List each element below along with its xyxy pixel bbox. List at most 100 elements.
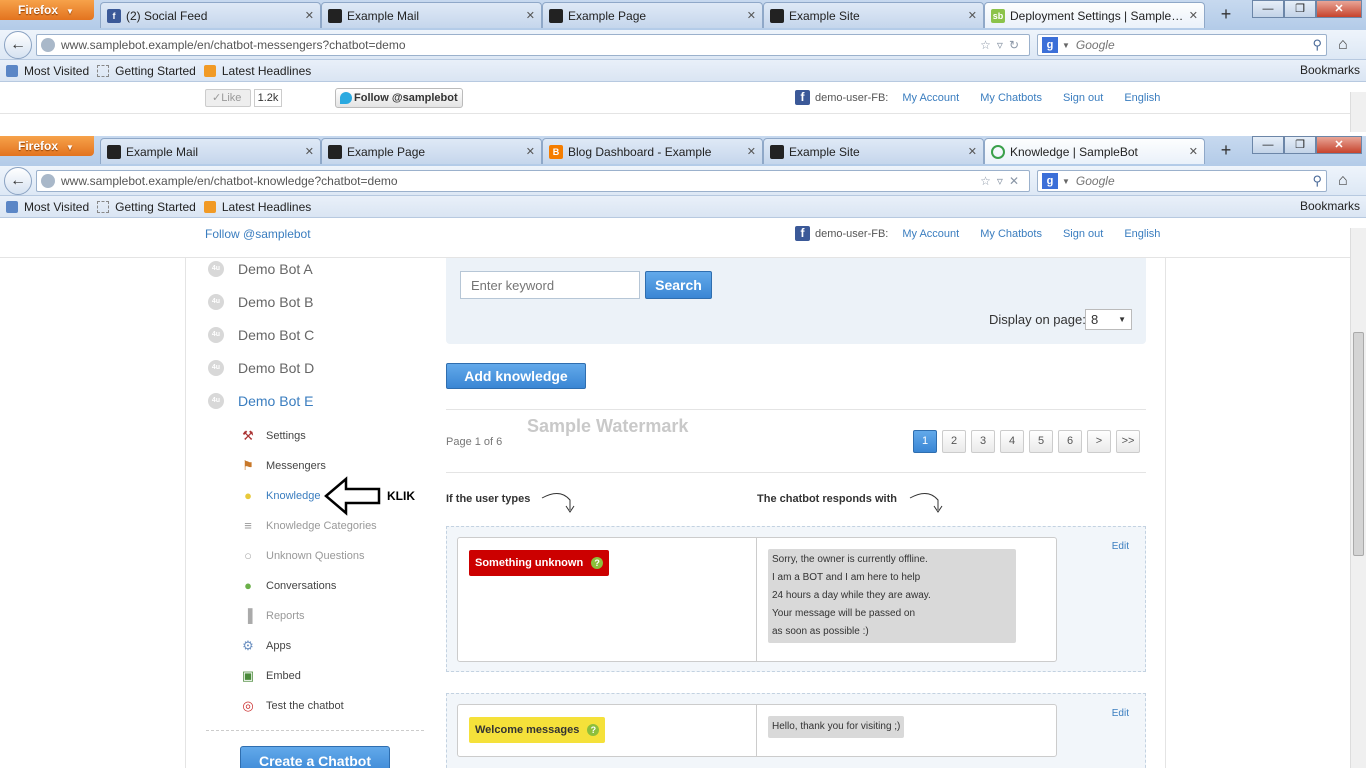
stop-icon[interactable]: ☆▿✕ [980, 174, 1025, 188]
chatbot-list-item[interactable]: 4u Demo Bot B [208, 294, 313, 310]
bookmark-most-visited[interactable]: Most Visited [6, 64, 89, 78]
menu-item-apps[interactable]: ⚙ Apps [240, 638, 291, 654]
browser-tab[interactable]: Knowledge | SampleBot ✕ [984, 138, 1205, 164]
close-tab-icon[interactable]: ✕ [305, 9, 314, 22]
close-tab-icon[interactable]: ✕ [305, 145, 314, 158]
bookmark-getting-started[interactable]: Getting Started [97, 64, 196, 78]
url-bar[interactable]: www.samplebot.example/en/chatbot-messeng… [36, 34, 1030, 56]
browser-tab[interactable]: sb Deployment Settings | SampleBot ✕ [984, 2, 1205, 28]
menu-item-conversations[interactable]: ● Conversations [240, 578, 336, 594]
like-button[interactable]: ✓Like [205, 89, 251, 107]
create-chatbot-button[interactable]: Create a Chatbot [240, 746, 390, 768]
edit-link[interactable]: Edit [1112, 708, 1129, 719]
keyword-input[interactable] [460, 271, 640, 299]
close-tab-icon[interactable]: ✕ [968, 9, 977, 22]
close-tab-icon[interactable]: ✕ [1189, 145, 1198, 158]
bookmarks-menu[interactable]: Bookmarks [1300, 63, 1360, 77]
menu-item-embed[interactable]: ▣ Embed [240, 668, 301, 684]
firefox-menu-button[interactable]: Firefox ▼ [0, 136, 94, 156]
close-tab-icon[interactable]: ✕ [747, 145, 756, 158]
my-account-link[interactable]: My Account [902, 228, 959, 240]
browser-tab[interactable]: Example Mail ✕ [321, 2, 542, 28]
menu-item-test-the-chatbot[interactable]: ◎ Test the chatbot [240, 698, 343, 714]
menu-item-knowledge[interactable]: ● Knowledge [240, 488, 320, 504]
language-link[interactable]: English [1124, 228, 1160, 240]
chevron-down-icon[interactable]: ▼ [1062, 177, 1070, 186]
web-search-input[interactable] [1075, 174, 1313, 188]
my-chatbots-link[interactable]: My Chatbots [980, 228, 1042, 240]
menu-item-reports[interactable]: ▐ Reports [240, 608, 304, 624]
page-button[interactable]: 6 [1058, 430, 1082, 453]
page-button[interactable]: >> [1116, 430, 1140, 453]
help-icon[interactable]: ? [591, 557, 604, 570]
minimize-button[interactable]: — [1252, 136, 1284, 154]
search-icon[interactable]: ⚲ [1312, 37, 1322, 53]
add-knowledge-button[interactable]: Add knowledge [446, 363, 586, 389]
page-button[interactable]: 4 [1000, 430, 1024, 453]
twitter-follow-button[interactable]: Follow @samplebot [335, 88, 463, 108]
bookmarks-menu[interactable]: Bookmarks [1300, 199, 1360, 213]
menu-item-knowledge-categories[interactable]: ≡ Knowledge Categories [240, 518, 376, 534]
browser-tab[interactable]: Example Page ✕ [542, 2, 763, 28]
my-chatbots-link[interactable]: My Chatbots [980, 92, 1042, 104]
close-tab-icon[interactable]: ✕ [747, 9, 756, 22]
web-search-bar[interactable]: g ▼ ⚲ [1037, 34, 1327, 56]
search-icon[interactable]: ⚲ [1312, 173, 1322, 189]
close-tab-icon[interactable]: ✕ [1189, 9, 1198, 22]
page-button[interactable]: > [1087, 430, 1111, 453]
bookmark-star-icon[interactable]: ☆▿↻ [980, 38, 1025, 52]
edit-link[interactable]: Edit [1112, 541, 1129, 552]
home-icon[interactable]: ⌂ [1338, 172, 1348, 190]
scrollbar-thumb[interactable] [1353, 332, 1364, 556]
close-window-button[interactable]: ✕ [1316, 136, 1362, 154]
chatbot-list-item[interactable]: 4u Demo Bot D [208, 360, 314, 376]
browser-tab[interactable]: B Blog Dashboard - Example ✕ [542, 138, 763, 164]
bookmark-most-visited[interactable]: Most Visited [6, 200, 89, 214]
home-icon[interactable]: ⌂ [1338, 36, 1348, 54]
page-button[interactable]: 3 [971, 430, 995, 453]
close-window-button[interactable]: ✕ [1316, 0, 1362, 18]
page-button[interactable]: 2 [942, 430, 966, 453]
chatbot-list-item[interactable]: 4u Demo Bot E [208, 393, 313, 409]
twitter-follow-link[interactable]: Follow @samplebot [205, 227, 311, 241]
browser-tab[interactable]: Example Mail ✕ [100, 138, 321, 164]
web-search-bar[interactable]: g ▼ ⚲ [1037, 170, 1327, 192]
language-link[interactable]: English [1124, 92, 1160, 104]
maximize-button[interactable]: ❐ [1284, 136, 1316, 154]
page-scrollbar[interactable] [1350, 92, 1366, 132]
sign-out-link[interactable]: Sign out [1063, 92, 1103, 104]
chatbot-list-item[interactable]: 4u Demo Bot A [208, 261, 313, 277]
my-account-link[interactable]: My Account [902, 92, 959, 104]
trigger-badge[interactable]: Something unknown? [469, 550, 610, 576]
close-tab-icon[interactable]: ✕ [526, 9, 535, 22]
back-button[interactable]: ← [4, 30, 32, 59]
menu-item-settings[interactable]: ⚒ Settings [240, 428, 306, 444]
chatbot-list-item[interactable]: 4u Demo Bot C [208, 327, 314, 343]
browser-tab[interactable]: f (2) Social Feed ✕ [100, 2, 321, 28]
new-tab-button[interactable]: + [1213, 140, 1239, 162]
display-count-select[interactable]: 8 ▼ [1085, 309, 1132, 330]
web-search-input[interactable] [1075, 38, 1313, 52]
browser-tab[interactable]: Example Site ✕ [763, 138, 984, 164]
url-bar[interactable]: www.samplebot.example/en/chatbot-knowled… [36, 170, 1030, 192]
search-button[interactable]: Search [645, 271, 712, 299]
chevron-down-icon[interactable]: ▼ [1062, 41, 1070, 50]
bookmark-getting-started[interactable]: Getting Started [97, 200, 196, 214]
minimize-button[interactable]: — [1252, 0, 1284, 18]
maximize-button[interactable]: ❐ [1284, 0, 1316, 18]
page-button[interactable]: 5 [1029, 430, 1053, 453]
new-tab-button[interactable]: + [1213, 4, 1239, 26]
firefox-menu-button[interactable]: Firefox ▼ [0, 0, 94, 20]
menu-item-unknown-questions[interactable]: ○ Unknown Questions [240, 548, 364, 564]
sign-out-link[interactable]: Sign out [1063, 228, 1103, 240]
page-scrollbar[interactable] [1350, 228, 1366, 768]
close-tab-icon[interactable]: ✕ [968, 145, 977, 158]
help-icon[interactable]: ? [587, 724, 600, 737]
back-button[interactable]: ← [4, 166, 32, 195]
browser-tab[interactable]: Example Page ✕ [321, 138, 542, 164]
page-button[interactable]: 1 [913, 430, 937, 453]
bookmark-latest-headlines[interactable]: Latest Headlines [203, 64, 311, 78]
menu-item-messengers[interactable]: ⚑ Messengers [240, 458, 326, 474]
trigger-badge[interactable]: Welcome messages? [469, 717, 606, 743]
browser-tab[interactable]: Example Site ✕ [763, 2, 984, 28]
